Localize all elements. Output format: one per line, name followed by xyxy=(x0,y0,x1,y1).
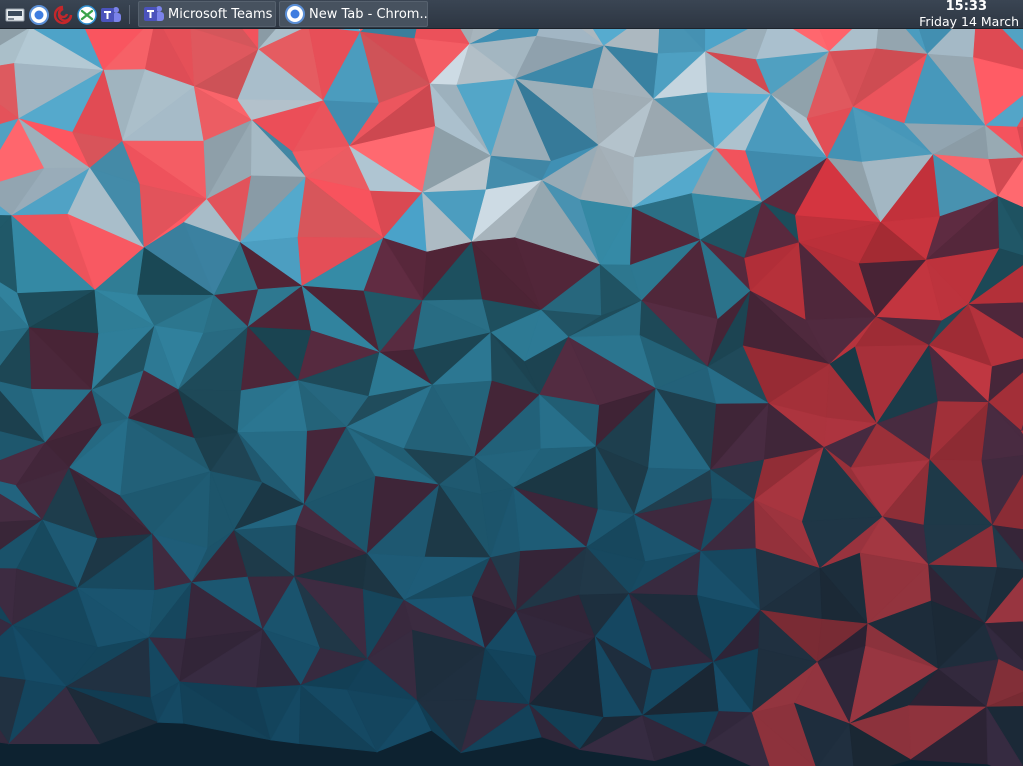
clock-time: 15:33 xyxy=(945,0,987,14)
chrome-icon xyxy=(284,3,306,25)
teams-icon xyxy=(143,3,165,25)
taskbar-separator xyxy=(129,5,130,24)
desktop: Microsoft Teams New Tab - Chrom... 15:33… xyxy=(0,0,1023,766)
task-label: Microsoft Teams xyxy=(168,6,273,22)
desktop-wallpaper xyxy=(0,0,1023,766)
clock[interactable]: 15:33 Friday 14 March xyxy=(919,0,1019,29)
clock-date: Friday 14 March xyxy=(919,14,1019,29)
chrome-icon[interactable] xyxy=(28,4,50,26)
task-button-microsoft-teams[interactable]: Microsoft Teams xyxy=(138,1,276,27)
task-label: New Tab - Chrom... xyxy=(309,6,428,22)
taskbar: Microsoft Teams New Tab - Chrom... 15:33… xyxy=(0,0,1023,29)
teams-icon[interactable] xyxy=(100,4,122,26)
debian-swirl-icon[interactable] xyxy=(52,4,74,26)
show-desktop-icon[interactable] xyxy=(4,4,26,26)
task-button-new-tab-chrome[interactable]: New Tab - Chrom... xyxy=(279,1,428,27)
remote-desktop-icon[interactable] xyxy=(76,4,98,26)
